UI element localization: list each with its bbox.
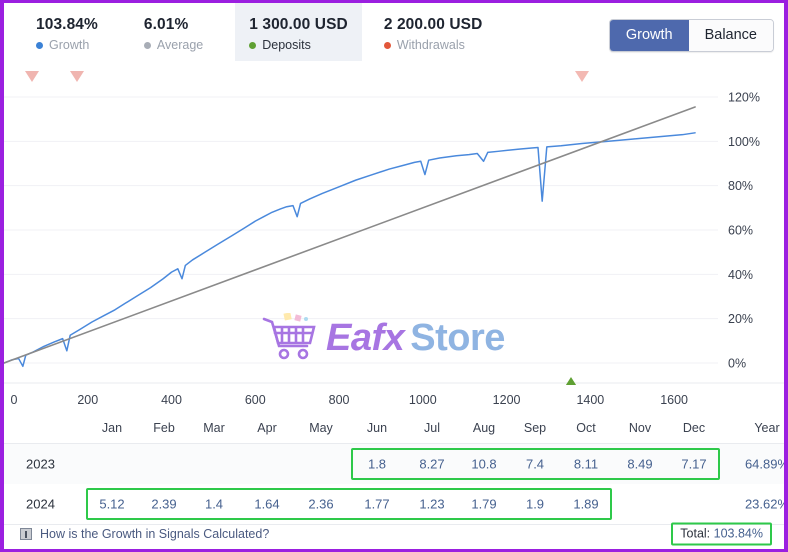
month-tick-dec: Dec bbox=[682, 421, 706, 435]
y-tick-label: 100% bbox=[728, 135, 760, 149]
month-tick-jan: Jan bbox=[101, 421, 123, 435]
month-tick-oct: Oct bbox=[576, 421, 596, 435]
month-tick-jul: Jul bbox=[424, 421, 440, 435]
withdrawals-legend-dot bbox=[383, 41, 391, 49]
x-axis-ticks: 0 200 400 600 800 1000 1200 1400 1600 bbox=[4, 393, 784, 413]
table-cell: 1.23 bbox=[419, 496, 445, 512]
month-tick-aug: Aug bbox=[472, 421, 496, 435]
deposit-marker[interactable] bbox=[564, 377, 578, 385]
table-cell: 1.79 bbox=[471, 496, 497, 512]
table-row-total: 23.62% bbox=[744, 496, 788, 512]
average-legend-dot bbox=[143, 41, 151, 49]
month-tick-nov: Nov bbox=[628, 421, 652, 435]
footer: How is the Growth in Signals Calculated?… bbox=[4, 516, 784, 549]
y-tick-label: 40% bbox=[728, 268, 753, 282]
withdrawal-marker[interactable] bbox=[575, 71, 589, 82]
table-cell: 1.89 bbox=[573, 496, 599, 512]
y-tick-label: 0% bbox=[728, 357, 746, 371]
x-tick-label: 0 bbox=[10, 393, 18, 407]
total-label: Total: bbox=[680, 526, 711, 541]
table-cell: 1.77 bbox=[364, 496, 390, 512]
y-tick-label: 120% bbox=[728, 91, 760, 105]
table-cell: 8.11 bbox=[573, 456, 599, 472]
table-cell: 5.12 bbox=[99, 496, 125, 512]
growth-chart-widget: 103.84% Growth 6.01% Average 1 300.00 US… bbox=[0, 0, 788, 552]
x-tick-label: 1200 bbox=[492, 393, 521, 407]
table-cell: 1.9 bbox=[525, 496, 545, 512]
stat-deposits-label-wrap: Deposits bbox=[249, 37, 348, 53]
stat-deposits-label: Deposits bbox=[262, 38, 311, 52]
y-tick-label: 20% bbox=[728, 312, 753, 326]
info-icon bbox=[20, 528, 32, 540]
tab-growth[interactable]: Growth bbox=[609, 20, 689, 51]
month-tick-sep: Sep bbox=[523, 421, 547, 435]
month-tick-jun: Jun bbox=[366, 421, 388, 435]
stat-average-label: Average bbox=[156, 38, 204, 52]
monthly-growth-table: 2023 1.8 8.27 10.8 7.4 8.11 8.49 7.17 64.89% 2024… bbox=[4, 443, 784, 525]
x-tick-label: 1000 bbox=[408, 393, 437, 407]
stat-deposits[interactable]: 1 300.00 USD Deposits bbox=[235, 3, 362, 61]
total-badge: Total: 103.84% bbox=[671, 522, 772, 546]
table-cell: 2.39 bbox=[151, 496, 177, 512]
stat-growth-value: 103.84% bbox=[36, 16, 98, 33]
chart-area[interactable]: 0% 20% 40% 60% 80% 100% 120% Eafx Store bbox=[4, 65, 784, 385]
deposits-legend-dot bbox=[249, 41, 257, 49]
stat-growth-label: Growth bbox=[49, 38, 90, 52]
table-row-total: 64.89% bbox=[744, 456, 788, 472]
stat-average-value: 6.01% bbox=[143, 16, 189, 33]
x-tick-label: 600 bbox=[244, 393, 266, 407]
table-cell: 1.4 bbox=[204, 496, 224, 512]
stat-growth-label-wrap: Growth bbox=[36, 37, 98, 53]
stat-average-label-wrap: Average bbox=[143, 37, 204, 53]
tab-balance[interactable]: Balance bbox=[688, 20, 773, 51]
x-tick-label: 1400 bbox=[576, 393, 605, 407]
x-tick-label: 800 bbox=[328, 393, 350, 407]
growth-chart-svg: 0% 20% 40% 60% 80% 100% 120% bbox=[4, 71, 784, 385]
month-axis-ticks: Jan Feb Mar Apr May Jun Jul Aug Sep Oct Nov Dec Year bbox=[4, 421, 784, 441]
month-tick-apr: Apr bbox=[257, 421, 277, 435]
table-cell: 8.49 bbox=[627, 456, 653, 472]
table-row: 2023 1.8 8.27 10.8 7.4 8.11 8.49 7.17 64.89% bbox=[4, 444, 784, 484]
withdrawal-marker[interactable] bbox=[25, 71, 39, 82]
table-cell: 8.27 bbox=[419, 456, 445, 472]
stat-withdrawals[interactable]: 2 200.00 USD Withdrawals bbox=[370, 3, 497, 61]
table-cell: 7.4 bbox=[525, 456, 545, 472]
table-cell: 2.36 bbox=[308, 496, 334, 512]
stat-deposits-value: 1 300.00 USD bbox=[249, 16, 348, 33]
y-tick-label: 80% bbox=[728, 179, 753, 193]
x-tick-label: 400 bbox=[161, 393, 182, 407]
stat-withdrawals-label-wrap: Withdrawals bbox=[383, 37, 483, 53]
stat-average[interactable]: 6.01% Average bbox=[130, 3, 217, 61]
month-tick-may: May bbox=[309, 421, 333, 435]
table-cell: 7.17 bbox=[681, 456, 707, 472]
month-tick-year: Year bbox=[754, 421, 780, 435]
faq-link-text: How is the Growth in Signals Calculated? bbox=[40, 527, 270, 541]
chart-mode-toggle[interactable]: Growth Balance bbox=[608, 19, 774, 52]
stat-withdrawals-label: Withdrawals bbox=[396, 38, 465, 52]
month-tick-feb: Feb bbox=[153, 421, 175, 435]
table-cell: 10.8 bbox=[471, 456, 497, 472]
x-tick-label: 200 bbox=[77, 393, 99, 407]
y-tick-label: 60% bbox=[728, 224, 753, 238]
table-row-year: 2023 bbox=[26, 456, 55, 472]
withdrawal-marker[interactable] bbox=[70, 71, 84, 82]
table-cell: 1.8 bbox=[367, 456, 387, 472]
table-cell: 1.64 bbox=[254, 496, 280, 512]
stat-withdrawals-value: 2 200.00 USD bbox=[383, 16, 483, 33]
stat-growth[interactable]: 103.84% Growth bbox=[22, 3, 112, 61]
faq-link[interactable]: How is the Growth in Signals Calculated? bbox=[20, 527, 269, 541]
x-tick-label: 1600 bbox=[660, 393, 689, 407]
table-row-year: 2024 bbox=[26, 496, 55, 512]
month-tick-mar: Mar bbox=[203, 421, 225, 435]
growth-legend-dot bbox=[36, 41, 43, 49]
total-value: 103.84% bbox=[713, 526, 763, 541]
